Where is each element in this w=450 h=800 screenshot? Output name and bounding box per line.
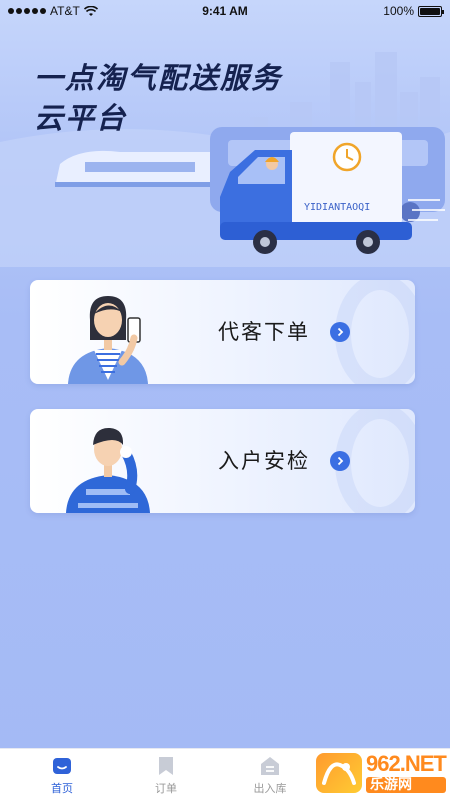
truck-brand-text: YIDIANTAOQI [304,202,370,213]
page-title: 一点淘气配送服务 云平台 [34,58,374,138]
app-screen: AT&T 9:41 AM 100% YIDIANTAOQI 一点淘气配送服务 云… [0,0,450,800]
chevron-right-icon[interactable] [330,451,350,471]
home-safety-inspection-card[interactable]: 入户安检 [30,409,415,513]
status-bar: AT&T 9:41 AM 100% [0,0,450,22]
watermark-logo-icon [316,753,362,793]
warehouse-icon [261,757,279,775]
bookmark-icon [159,757,173,775]
tab-inventory[interactable]: 出入库 [218,749,322,800]
home-safety-inspection-label: 入户安检 [218,449,310,473]
woman-with-phone-illustration [68,296,148,384]
order-for-customer-label: 代客下单 [218,320,310,344]
wifi-icon [83,5,98,16]
carrier-label: AT&T [50,4,80,18]
hero-banner: YIDIANTAOQI 一点淘气配送服务 云平台 [0,22,450,267]
signal-icon [8,8,46,14]
order-for-customer-card[interactable]: 代客下单 [30,280,415,384]
home-icon [53,758,71,774]
tab-orders-label: 订单 [155,782,177,795]
tab-orders[interactable]: 订单 [114,749,218,800]
tab-inventory-label: 出入库 [253,782,287,795]
title-line-1: 一点淘气配送服务 [34,61,283,95]
status-time: 9:41 AM [202,4,248,18]
tab-home[interactable]: 首页 [10,749,114,800]
chevron-right-icon[interactable] [330,322,350,342]
tab-home-label: 首页 [51,782,73,795]
site-watermark: 962.NET 乐游网 [316,750,447,796]
status-left: AT&T [8,4,148,18]
title-line-2: 云平台 [34,101,128,135]
worker-on-phone-illustration [66,427,150,513]
watermark-sub-text: 乐游网 [366,777,446,793]
battery-percent: 100% [383,4,414,18]
status-right: 100% [302,4,444,18]
battery-icon [418,5,444,17]
watermark-main-text: 962.NET [366,751,447,776]
